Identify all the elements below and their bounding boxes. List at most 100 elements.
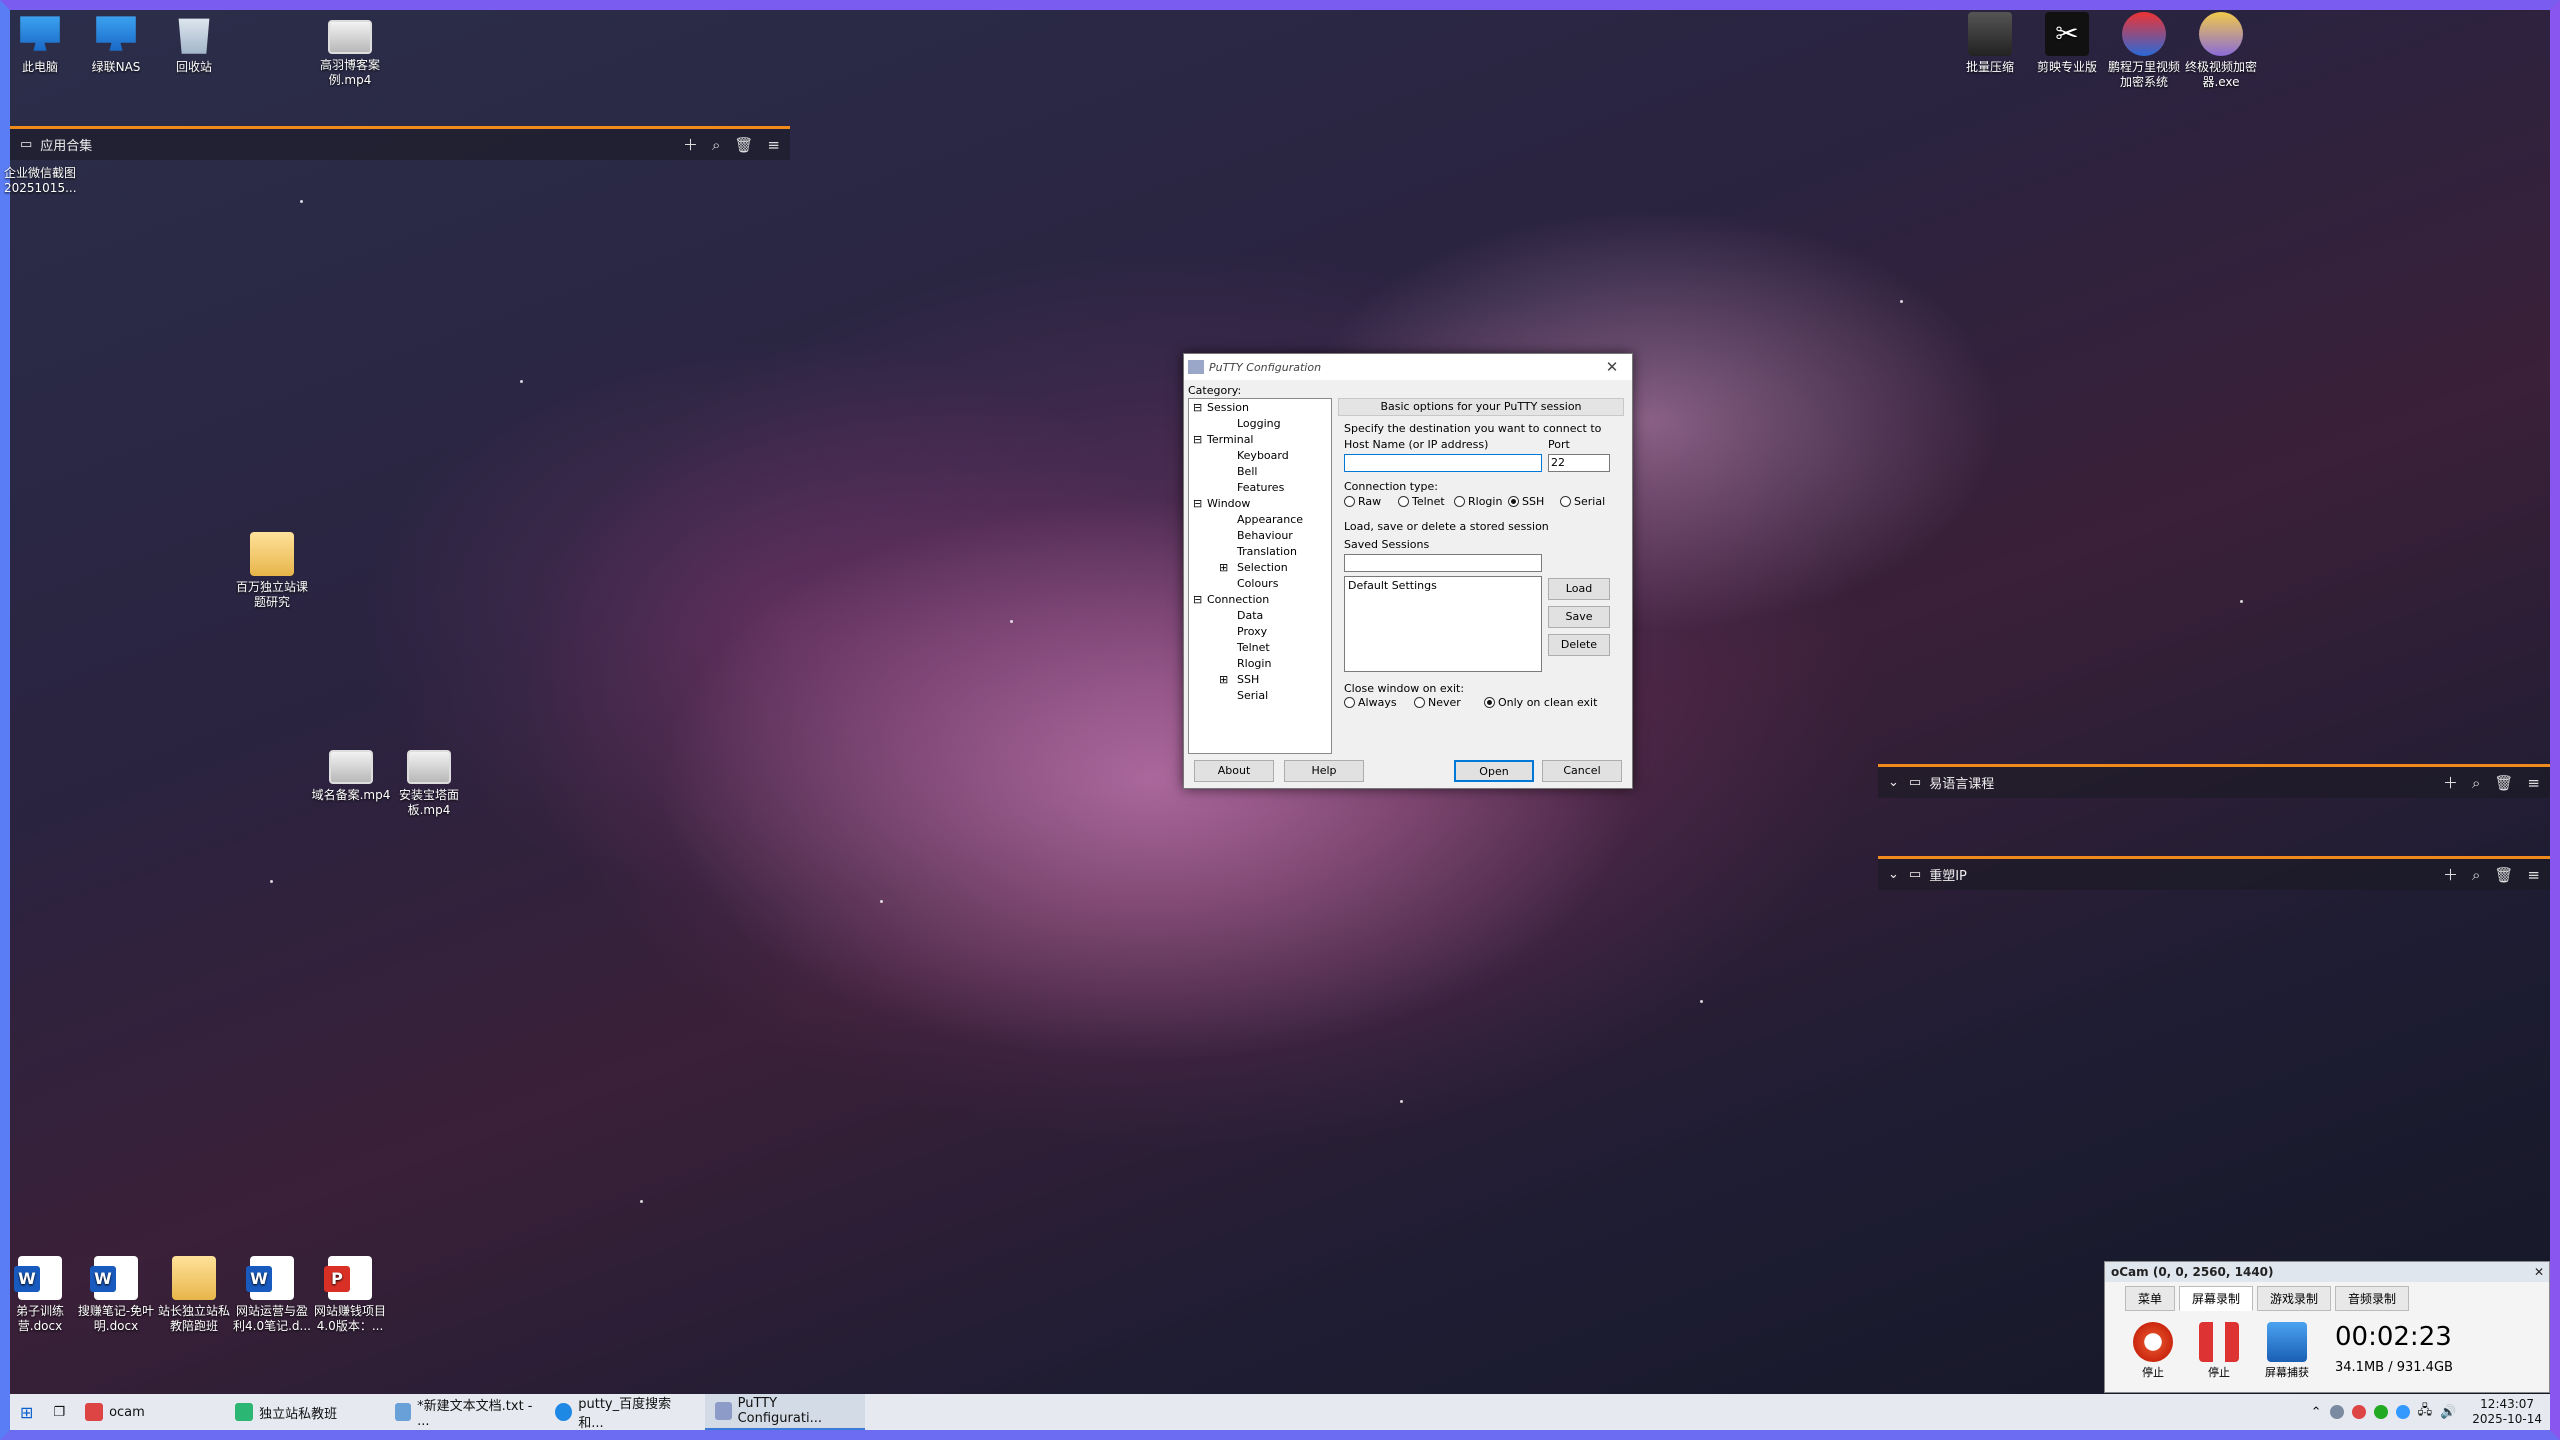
chevron-down-icon[interactable]: ⌄: [1888, 775, 1899, 790]
close-icon[interactable]: ✕: [1592, 358, 1632, 376]
tree-item-proxy[interactable]: Proxy: [1237, 625, 1267, 638]
tree-item-window[interactable]: Window: [1207, 497, 1250, 510]
tree-item-translation[interactable]: Translation: [1237, 545, 1297, 558]
putty-config-window[interactable]: PuTTY Configuration ✕ Category: ⊟ Sessio…: [1183, 353, 1633, 789]
about-button[interactable]: About: [1194, 760, 1274, 782]
tree-item-colours[interactable]: Colours: [1237, 577, 1278, 590]
search-icon[interactable]: ⌕: [712, 136, 720, 154]
desktop-icon-encrypt-tool[interactable]: 终极视频加密器.exe: [2181, 12, 2261, 90]
taskbar-item-ocam[interactable]: ocam: [75, 1394, 225, 1430]
tree-expander-icon[interactable]: ⊟: [1193, 497, 1202, 510]
fence-apps[interactable]: ▭ 应用合集 ＋ ⌕ 🗑 ≡: [10, 126, 790, 160]
start-button[interactable]: ⊞: [10, 1394, 43, 1430]
desktop-icon-this-pc[interactable]: 此电脑: [0, 12, 80, 75]
tray-icon[interactable]: [2329, 1405, 2344, 1419]
radio-serial[interactable]: Serial: [1560, 495, 1605, 508]
host-input[interactable]: [1344, 454, 1542, 472]
fence-courses[interactable]: ⌄ ▭ 易语言课程 ＋ ⌕ 🗑 ≡: [1878, 764, 2550, 798]
search-icon[interactable]: ⌕: [2472, 774, 2480, 792]
sessions-list[interactable]: Default Settings: [1344, 576, 1542, 672]
radio-ssh[interactable]: SSH: [1508, 495, 1544, 508]
tab-screen-record[interactable]: 屏幕录制: [2179, 1286, 2254, 1311]
screen-capture-button[interactable]: 屏幕捕获: [2259, 1322, 2315, 1380]
radio-rlogin[interactable]: Rlogin: [1454, 495, 1502, 508]
tree-item-telnet[interactable]: Telnet: [1237, 641, 1270, 654]
add-icon[interactable]: ＋: [683, 134, 698, 155]
taskbar-item-putty[interactable]: PuTTY Configurati...: [705, 1394, 866, 1430]
desktop-icon-video-top[interactable]: 高羽博客案例.mp4: [310, 12, 390, 88]
network-icon[interactable]: 🖧: [2418, 1401, 2433, 1423]
trash-icon[interactable]: 🗑: [734, 136, 753, 154]
search-icon[interactable]: ⌕: [2472, 866, 2480, 884]
ocam-window[interactable]: oCam (0, 0, 2560, 1440) ✕ 菜单 屏幕录制 游戏录制 音…: [2104, 1261, 2550, 1393]
list-item[interactable]: Default Settings: [1345, 577, 1541, 594]
port-input[interactable]: 22: [1548, 454, 1610, 472]
tree-item-features[interactable]: Features: [1237, 481, 1284, 494]
save-button[interactable]: Save: [1548, 606, 1610, 628]
tab-audio-record[interactable]: 音频录制: [2335, 1286, 2410, 1311]
add-icon[interactable]: ＋: [2443, 864, 2458, 885]
desktop-icon-doc-project[interactable]: 网站赚钱项目4.0版本：...: [310, 1256, 390, 1334]
desktop-icon-wechat-screenshot[interactable]: 企业微信截图20251015...: [4, 166, 94, 196]
radio-always[interactable]: Always: [1344, 696, 1397, 709]
fence-ip[interactable]: ⌄ ▭ 重塑IP ＋ ⌕ 🗑 ≡: [1878, 856, 2550, 890]
desktop-icon-doc-folder[interactable]: 站长独立站私教陪跑班: [154, 1256, 234, 1334]
tree-item-bell[interactable]: Bell: [1237, 465, 1257, 478]
ocam-title-bar[interactable]: oCam (0, 0, 2560, 1440) ✕: [2105, 1262, 2549, 1282]
desktop-icon-doc-training[interactable]: 弟子训练营.docx: [0, 1256, 80, 1334]
desktop-icon-video-baota[interactable]: 安装宝塔面板.mp4: [389, 742, 469, 818]
tree-item-keyboard[interactable]: Keyboard: [1237, 449, 1289, 462]
help-button[interactable]: Help: [1284, 760, 1364, 782]
tree-item-rlogin[interactable]: Rlogin: [1237, 657, 1271, 670]
desktop-icon-nas[interactable]: 绿联NAS: [76, 12, 156, 75]
trash-icon[interactable]: 🗑: [2494, 774, 2513, 792]
desktop-icon-encrypt-sys[interactable]: 鹏程万里视频加密系统: [2104, 12, 2184, 90]
radio-clean-exit[interactable]: Only on clean exit: [1484, 696, 1597, 709]
open-button[interactable]: Open: [1454, 760, 1534, 782]
close-icon[interactable]: ✕: [2529, 1262, 2549, 1282]
desktop-icon-capcut[interactable]: ✂ 剪映专业版: [2027, 12, 2107, 75]
tree-item-appearance[interactable]: Appearance: [1237, 513, 1303, 526]
tree-item-data[interactable]: Data: [1237, 609, 1263, 622]
stop-record-button[interactable]: 停止: [2125, 1322, 2181, 1380]
trash-icon[interactable]: 🗑: [2494, 866, 2513, 884]
wechat-icon[interactable]: [2373, 1405, 2388, 1419]
tree-expander-icon[interactable]: ⊟: [1193, 401, 1202, 414]
tree-expander-icon[interactable]: ⊞: [1219, 561, 1228, 574]
menu-icon[interactable]: ≡: [2527, 774, 2540, 792]
tab-game-record[interactable]: 游戏录制: [2257, 1286, 2332, 1311]
desktop-icon-recycle-bin[interactable]: 回收站: [154, 12, 234, 75]
chevron-down-icon[interactable]: ⌄: [1888, 867, 1899, 882]
tray-icon[interactable]: [2351, 1405, 2366, 1419]
saved-sessions-input[interactable]: [1344, 554, 1542, 572]
volume-icon[interactable]: 🔊: [2440, 1405, 2456, 1420]
radio-telnet[interactable]: Telnet: [1398, 495, 1445, 508]
tray-icon[interactable]: [2395, 1405, 2410, 1419]
add-icon[interactable]: ＋: [2443, 772, 2458, 793]
pause-record-button[interactable]: 停止: [2191, 1322, 2247, 1380]
clock[interactable]: 12:43:07 2025-10-14: [2472, 1397, 2542, 1427]
tree-item-connection[interactable]: Connection: [1207, 593, 1269, 606]
cancel-button[interactable]: Cancel: [1542, 760, 1622, 782]
desktop-icon-batch[interactable]: 批量压缩: [1950, 12, 2030, 75]
tree-item-serial[interactable]: Serial: [1237, 689, 1268, 702]
tree-expander-icon[interactable]: ⊞: [1219, 673, 1228, 686]
tree-expander-icon[interactable]: ⊟: [1193, 593, 1202, 606]
tree-item-selection[interactable]: Selection: [1237, 561, 1288, 574]
category-tree[interactable]: ⊟ Session Logging ⊟ Terminal Keyboard Be…: [1188, 398, 1332, 754]
menu-icon[interactable]: ≡: [767, 136, 780, 154]
delete-button[interactable]: Delete: [1548, 634, 1610, 656]
desktop-icon-folder-research[interactable]: 百万独立站课题研究: [232, 532, 312, 610]
radio-never[interactable]: Never: [1414, 696, 1461, 709]
tree-item-behaviour[interactable]: Behaviour: [1237, 529, 1293, 542]
taskbar-item-notepad[interactable]: *新建文本文档.txt - ...: [385, 1394, 545, 1430]
tree-item-session[interactable]: Session: [1207, 401, 1249, 414]
tree-item-terminal[interactable]: Terminal: [1207, 433, 1254, 446]
tab-menu[interactable]: 菜单: [2125, 1286, 2176, 1311]
chevron-up-icon[interactable]: ⌃: [2311, 1405, 2322, 1420]
desktop-icon-video-domain[interactable]: 域名备案.mp4: [311, 742, 391, 803]
desktop-icon-doc-ops[interactable]: 网站运营与盈利4.0笔记.d...: [232, 1256, 312, 1334]
tree-item-logging[interactable]: Logging: [1237, 417, 1281, 430]
tree-item-ssh[interactable]: SSH: [1237, 673, 1259, 686]
radio-raw[interactable]: Raw: [1344, 495, 1381, 508]
